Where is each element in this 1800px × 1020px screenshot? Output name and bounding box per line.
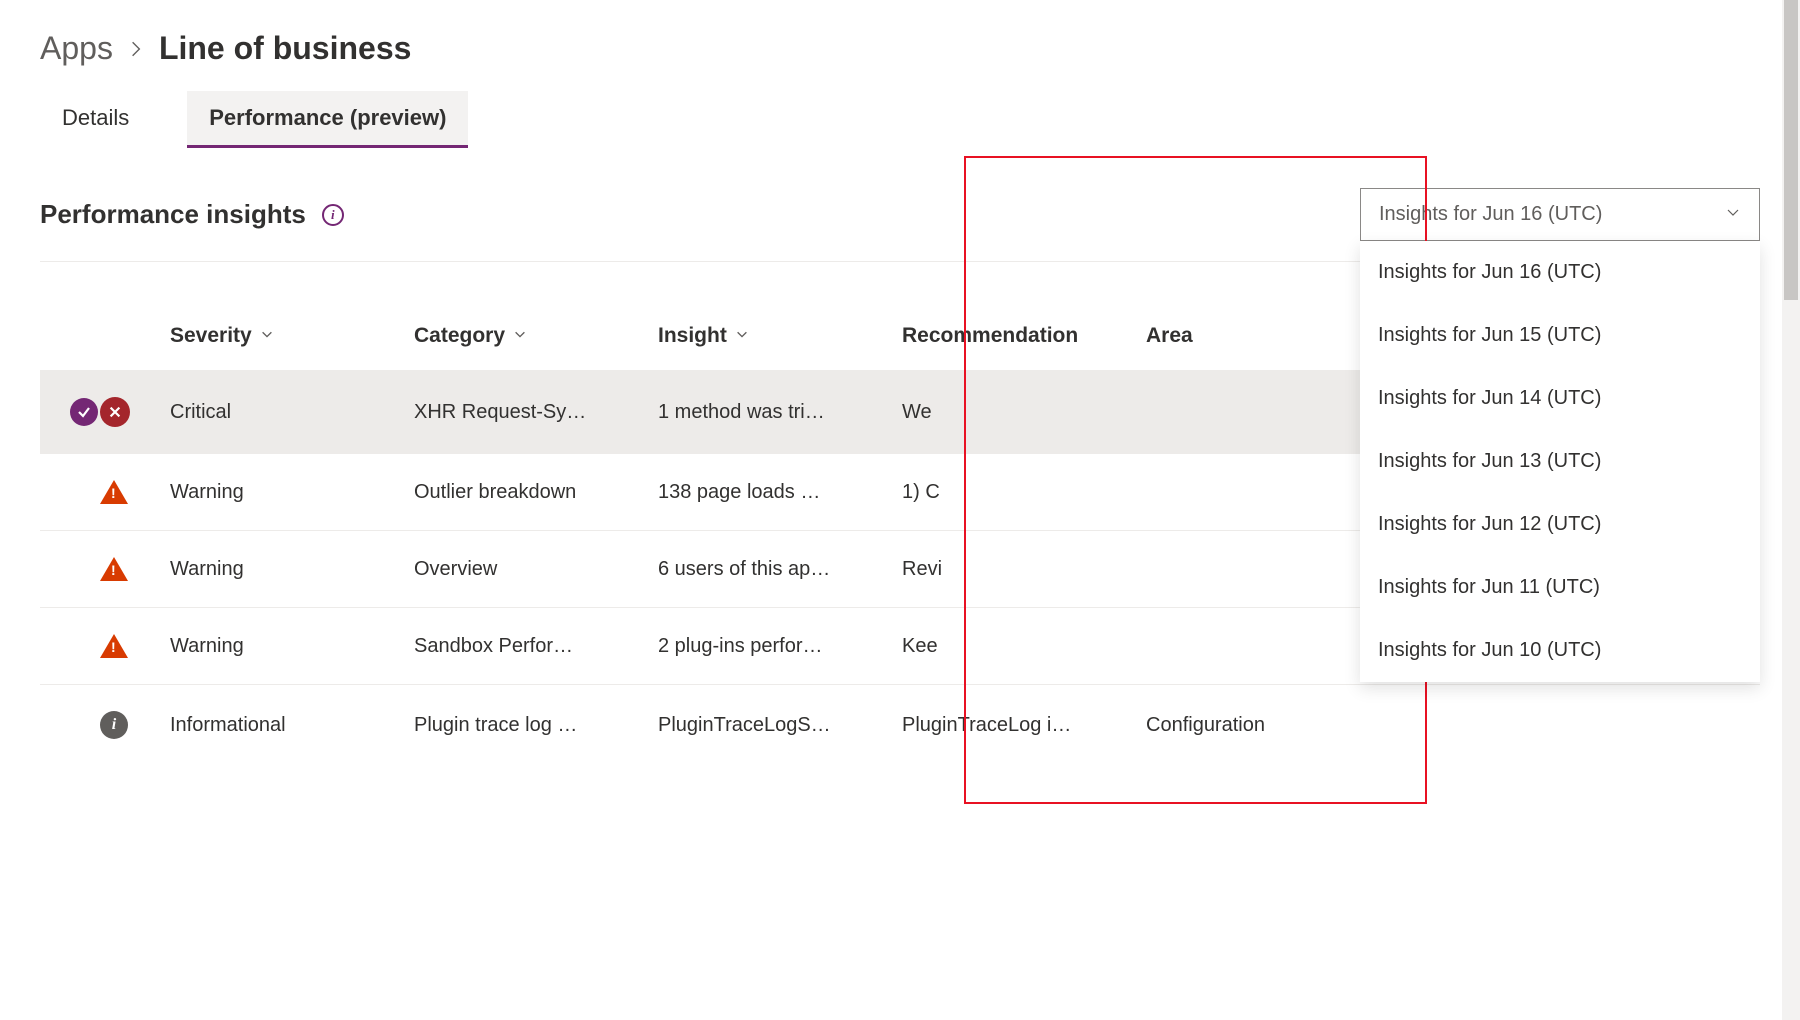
cell-insight: 2 plug-ins perfor…	[658, 635, 902, 658]
row-selected-icon[interactable]	[70, 398, 98, 426]
column-header-category[interactable]: Category	[414, 324, 658, 348]
dropdown-selected-label: Insights for Jun 16 (UTC)	[1379, 203, 1602, 226]
cell-severity: Warning	[170, 481, 414, 504]
date-dropdown[interactable]: Insights for Jun 16 (UTC)	[1360, 188, 1760, 241]
dropdown-option[interactable]: Insights for Jun 15 (UTC)	[1360, 304, 1760, 367]
cell-severity: Warning	[170, 635, 414, 658]
cell-insight: 6 users of this ap…	[658, 558, 902, 581]
dropdown-option[interactable]: Insights for Jun 12 (UTC)	[1360, 493, 1760, 556]
severity-warning-icon	[100, 557, 128, 581]
severity-info-icon: i	[100, 711, 128, 739]
severity-warning-icon	[100, 634, 128, 658]
breadcrumb-prev[interactable]: Apps	[40, 30, 113, 67]
chevron-down-icon	[513, 327, 527, 346]
column-header-insight[interactable]: Insight	[658, 324, 902, 348]
cell-severity: Informational	[170, 714, 414, 737]
column-header-area[interactable]: Area	[1146, 324, 1390, 348]
cell-category: XHR Request-Sy…	[414, 401, 658, 424]
cell-recommendation: Kee	[902, 635, 1146, 658]
cell-recommendation: We	[902, 401, 1146, 424]
column-header-recommendation[interactable]: Recommendation	[902, 324, 1146, 348]
cell-category: Sandbox Perfor…	[414, 635, 658, 658]
tabs: Details Performance (preview)	[40, 91, 1760, 148]
chevron-down-icon	[735, 327, 749, 346]
chevron-down-icon	[1725, 203, 1741, 226]
info-icon[interactable]: i	[322, 204, 344, 226]
cell-area: Configuration	[1146, 714, 1390, 737]
cell-category: Overview	[414, 558, 658, 581]
cell-recommendation: PluginTraceLog i…	[902, 714, 1146, 737]
cell-insight: 1 method was tri…	[658, 401, 902, 424]
breadcrumb: Apps Line of business	[40, 30, 1760, 67]
scrollbar-thumb[interactable]	[1784, 0, 1798, 300]
tab-details[interactable]: Details	[40, 91, 151, 148]
cell-recommendation: 1) C	[902, 481, 1146, 504]
chevron-down-icon	[260, 327, 274, 346]
cell-insight: PluginTraceLogS…	[658, 714, 902, 737]
cell-recommendation: Revi	[902, 558, 1146, 581]
cell-category: Outlier breakdown	[414, 481, 658, 504]
severity-warning-icon	[100, 480, 128, 504]
dropdown-list: Insights for Jun 16 (UTC) Insights for J…	[1360, 241, 1760, 682]
cell-severity: Warning	[170, 558, 414, 581]
dropdown-option[interactable]: Insights for Jun 14 (UTC)	[1360, 367, 1760, 430]
breadcrumb-current: Line of business	[159, 30, 411, 67]
cell-category: Plugin trace log …	[414, 714, 658, 737]
dropdown-option[interactable]: Insights for Jun 13 (UTC)	[1360, 430, 1760, 493]
dropdown-option[interactable]: Insights for Jun 10 (UTC)	[1360, 619, 1760, 682]
dropdown-option[interactable]: Insights for Jun 16 (UTC)	[1360, 241, 1760, 304]
cell-insight: 138 page loads …	[658, 481, 902, 504]
column-header-severity[interactable]: Severity	[170, 324, 414, 348]
scrollbar[interactable]	[1782, 0, 1800, 1020]
tab-performance[interactable]: Performance (preview)	[187, 91, 468, 148]
chevron-right-icon	[127, 33, 145, 65]
dropdown-option[interactable]: Insights for Jun 11 (UTC)	[1360, 556, 1760, 619]
table-row[interactable]: i Informational Plugin trace log … Plugi…	[40, 684, 1760, 745]
section-title: Performance insights	[40, 199, 306, 230]
severity-critical-icon	[100, 397, 130, 427]
cell-severity: Critical	[170, 401, 414, 424]
